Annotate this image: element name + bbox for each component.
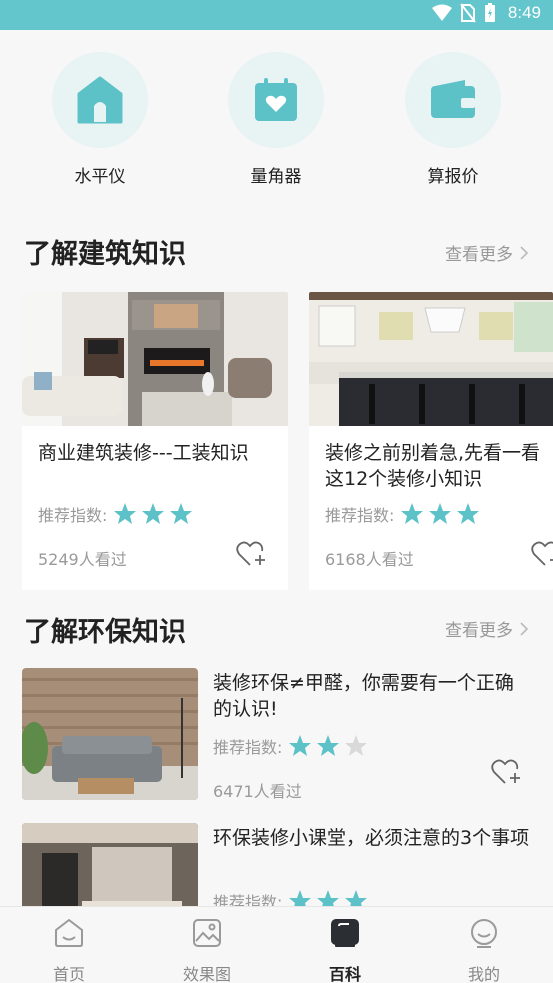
article-card-image <box>309 292 553 426</box>
section-architecture-more[interactable]: 查看更多 <box>445 240 529 265</box>
stars <box>400 502 480 526</box>
calendar-heart-icon <box>255 78 297 121</box>
image-icon <box>193 919 221 947</box>
heart-plus-icon <box>531 541 553 566</box>
star-filled-icon <box>142 503 165 524</box>
chevron-right-icon <box>520 245 529 260</box>
tab-label: 效果图 <box>182 965 231 983</box>
favorite-add-button[interactable] <box>236 540 268 572</box>
view-count: 6168人看过 <box>325 550 414 569</box>
chevron-right-icon <box>520 621 529 636</box>
favorite-add-button[interactable] <box>491 758 523 790</box>
status-time: 8:49 <box>507 3 541 22</box>
heart-plus-icon <box>236 541 265 566</box>
stars <box>113 502 193 526</box>
home-icon <box>55 919 83 947</box>
house-icon <box>77 76 123 124</box>
rating: 推荐指数: <box>38 502 193 526</box>
section-eco-title: 了解环保知识 <box>24 617 186 648</box>
tab-encyclopedia[interactable]: 百科 <box>297 917 393 983</box>
tab-label: 首页 <box>52 965 85 983</box>
bottom-tab-bar: 首页 效果图 百科 我的 <box>0 906 553 983</box>
more-label: 查看更多 <box>445 621 513 641</box>
status-icons: 8:49 <box>431 3 541 23</box>
tool-protractor-circle <box>228 52 324 148</box>
profile-icon <box>471 919 497 948</box>
list-item-title: 装修环保≠甲醛，你需要有一个正确的认识! <box>213 672 514 720</box>
encyclopedia-icon <box>331 919 359 947</box>
list-item[interactable]: 装修环保≠甲醛，你需要有一个正确的认识! 推荐指数: 6471人看过 <box>0 668 553 802</box>
star-filled-icon <box>289 735 312 756</box>
view-count: 5249人看过 <box>38 550 127 569</box>
tool-level-circle <box>52 52 148 148</box>
section-architecture-title: 了解建筑知识 <box>24 239 186 270</box>
section-eco-more[interactable]: 查看更多 <box>445 616 529 641</box>
article-card-title: 装修之前别着急,先看一看这12个装修小知识 <box>325 442 541 490</box>
wifi-icon <box>431 4 452 21</box>
status-bar: 8:49 <box>0 0 553 30</box>
tool-protractor[interactable]: 量角器 <box>206 52 346 187</box>
tool-shortcuts: 水平仪 量角器 算报价 <box>0 52 553 192</box>
rating-label: 推荐指数: <box>38 506 108 525</box>
rating: 推荐指数: <box>325 502 480 526</box>
tool-protractor-label: 量角器 <box>250 167 302 187</box>
article-card[interactable]: 商业建筑装修---工装知识 推荐指数: 5249人看过 <box>22 292 288 590</box>
tool-level-label: 水平仪 <box>74 167 126 187</box>
tool-quote[interactable]: 算报价 <box>383 52 523 187</box>
battery-icon <box>484 3 495 22</box>
rating: 推荐指数: <box>213 734 368 758</box>
rating-label: 推荐指数: <box>213 738 283 757</box>
star-empty-icon <box>345 735 368 756</box>
article-card-image <box>22 292 288 426</box>
article-card[interactable]: 装修之前别着急,先看一看这12个装修小知识 推荐指数: 6168人看过 <box>309 292 553 590</box>
heart-plus-icon <box>491 759 520 784</box>
stars <box>288 734 368 758</box>
tab-label: 我的 <box>467 965 500 983</box>
tab-profile[interactable]: 我的 <box>436 917 532 983</box>
tool-quote-label: 算报价 <box>427 167 479 187</box>
list-item-title: 环保装修小课堂，必须注意的3个事项 <box>213 827 530 849</box>
star-filled-icon <box>317 735 340 756</box>
star-filled-icon <box>429 503 452 524</box>
more-label: 查看更多 <box>445 245 513 265</box>
no-sim-icon <box>460 3 476 23</box>
rating-label: 推荐指数: <box>325 506 395 525</box>
star-filled-icon <box>457 503 480 524</box>
favorite-add-button[interactable] <box>531 540 553 572</box>
star-filled-icon <box>170 503 193 524</box>
tool-level[interactable]: 水平仪 <box>30 52 170 187</box>
wallet-icon <box>431 80 475 118</box>
view-count: 6471人看过 <box>213 782 302 801</box>
article-card-title: 商业建筑装修---工装知识 <box>38 442 249 464</box>
tab-gallery[interactable]: 效果图 <box>159 917 255 983</box>
tab-label: 百科 <box>328 965 361 983</box>
star-filled-icon <box>114 503 137 524</box>
star-filled-icon <box>401 503 424 524</box>
list-item-image <box>22 668 198 800</box>
tab-home[interactable]: 首页 <box>21 917 117 983</box>
tool-quote-circle <box>405 52 501 148</box>
